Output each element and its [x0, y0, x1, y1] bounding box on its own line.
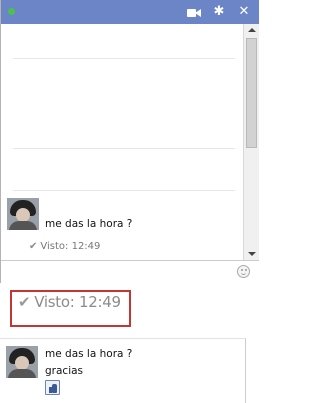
- avatar[interactable]: [6, 346, 38, 378]
- message-text: me das la hora ?: [45, 218, 133, 230]
- zoomed-seen-indicator: ✔ Visto: 12:49: [18, 293, 121, 311]
- divider: [13, 190, 235, 191]
- scroll-thumb[interactable]: [246, 38, 257, 148]
- avatar[interactable]: [7, 198, 39, 230]
- avatar-body: [9, 221, 37, 230]
- avatar-face: [15, 356, 29, 370]
- divider: [13, 58, 235, 59]
- close-icon[interactable]: ✕: [237, 3, 251, 21]
- message-area: me das la hora ? ✔ Visto: 12:49: [1, 24, 243, 260]
- avatar-face: [16, 208, 30, 222]
- check-icon: ✔: [18, 293, 31, 311]
- message-text: me das la hora ?: [45, 348, 133, 360]
- seen-indicator: ✔ Visto: 12:49: [29, 241, 100, 252]
- message-text: gracias: [45, 365, 84, 377]
- emoticon-icon[interactable]: [237, 265, 250, 278]
- gear-icon[interactable]: ✱: [212, 3, 226, 21]
- zoomed-seen-label: Visto: 12:49: [34, 293, 121, 311]
- chat-window: ✱ ✕ me das la hora ? ✔ Visto: 12:49: [0, 0, 259, 283]
- chat-input[interactable]: [5, 264, 234, 281]
- titlebar-actions: ✱ ✕: [187, 3, 251, 21]
- avatar-body: [8, 369, 36, 378]
- online-status-icon: [8, 8, 15, 15]
- seen-label: Visto: 12:49: [40, 241, 101, 252]
- like-icon[interactable]: [45, 380, 60, 395]
- divider: [13, 148, 235, 149]
- video-call-icon[interactable]: [187, 8, 201, 18]
- scroll-down-arrow-icon[interactable]: [248, 252, 256, 256]
- chat-input-row: [1, 260, 259, 283]
- check-icon: ✔: [29, 241, 38, 252]
- scroll-up-arrow-icon[interactable]: [248, 28, 256, 32]
- chat-titlebar[interactable]: ✱ ✕: [1, 0, 259, 24]
- message-scrollbar[interactable]: [243, 24, 259, 260]
